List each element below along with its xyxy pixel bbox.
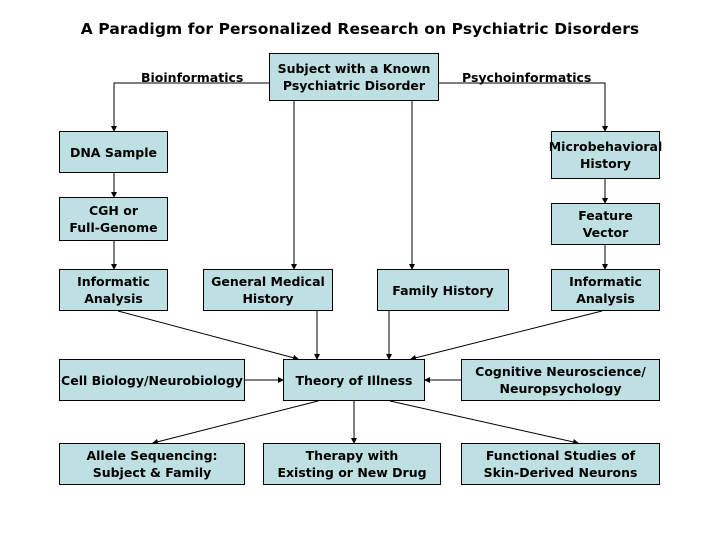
node-cgh-full-genome: CGH or Full-Genome xyxy=(59,197,168,241)
node-microbehavioral-history: Microbehavioral History xyxy=(549,131,662,179)
node-informatic-analysis-left: Informatic Analysis xyxy=(59,269,168,311)
node-feature-vector: Feature Vector xyxy=(551,203,660,245)
node-therapy: Therapy with Existing or New Drug xyxy=(263,443,441,485)
node-cognitive-neuroscience: Cognitive Neuroscience/ Neuropsychology xyxy=(461,359,660,401)
edge-theory-functional xyxy=(389,400,579,445)
node-theory-of-illness: Theory of Illness xyxy=(283,359,425,401)
node-general-medical-history: General Medical History xyxy=(203,269,333,311)
node-allele-sequencing: Allele Sequencing: Subject & Family xyxy=(59,443,245,485)
bioinformatics-label: Bioinformatics xyxy=(141,70,244,85)
edge-theory-allele xyxy=(152,400,319,445)
psychoinformatics-label: Psychoinformatics xyxy=(462,70,592,85)
edge-informatic-left-theory xyxy=(117,310,299,361)
node-cell-biology: Cell Biology/Neurobiology xyxy=(59,359,245,401)
edge-subject-dna xyxy=(111,82,269,132)
edge-informatic-right-theory xyxy=(410,310,603,361)
node-dna-sample: DNA Sample xyxy=(59,131,168,173)
node-informatic-analysis-right: Informatic Analysis xyxy=(551,269,660,311)
node-subject: Subject with a Known Psychiatric Disorde… xyxy=(269,53,439,101)
node-functional-studies: Functional Studies of Skin-Derived Neuro… xyxy=(461,443,660,485)
node-family-history: Family History xyxy=(377,269,509,311)
edge-subject-micro xyxy=(439,82,608,132)
